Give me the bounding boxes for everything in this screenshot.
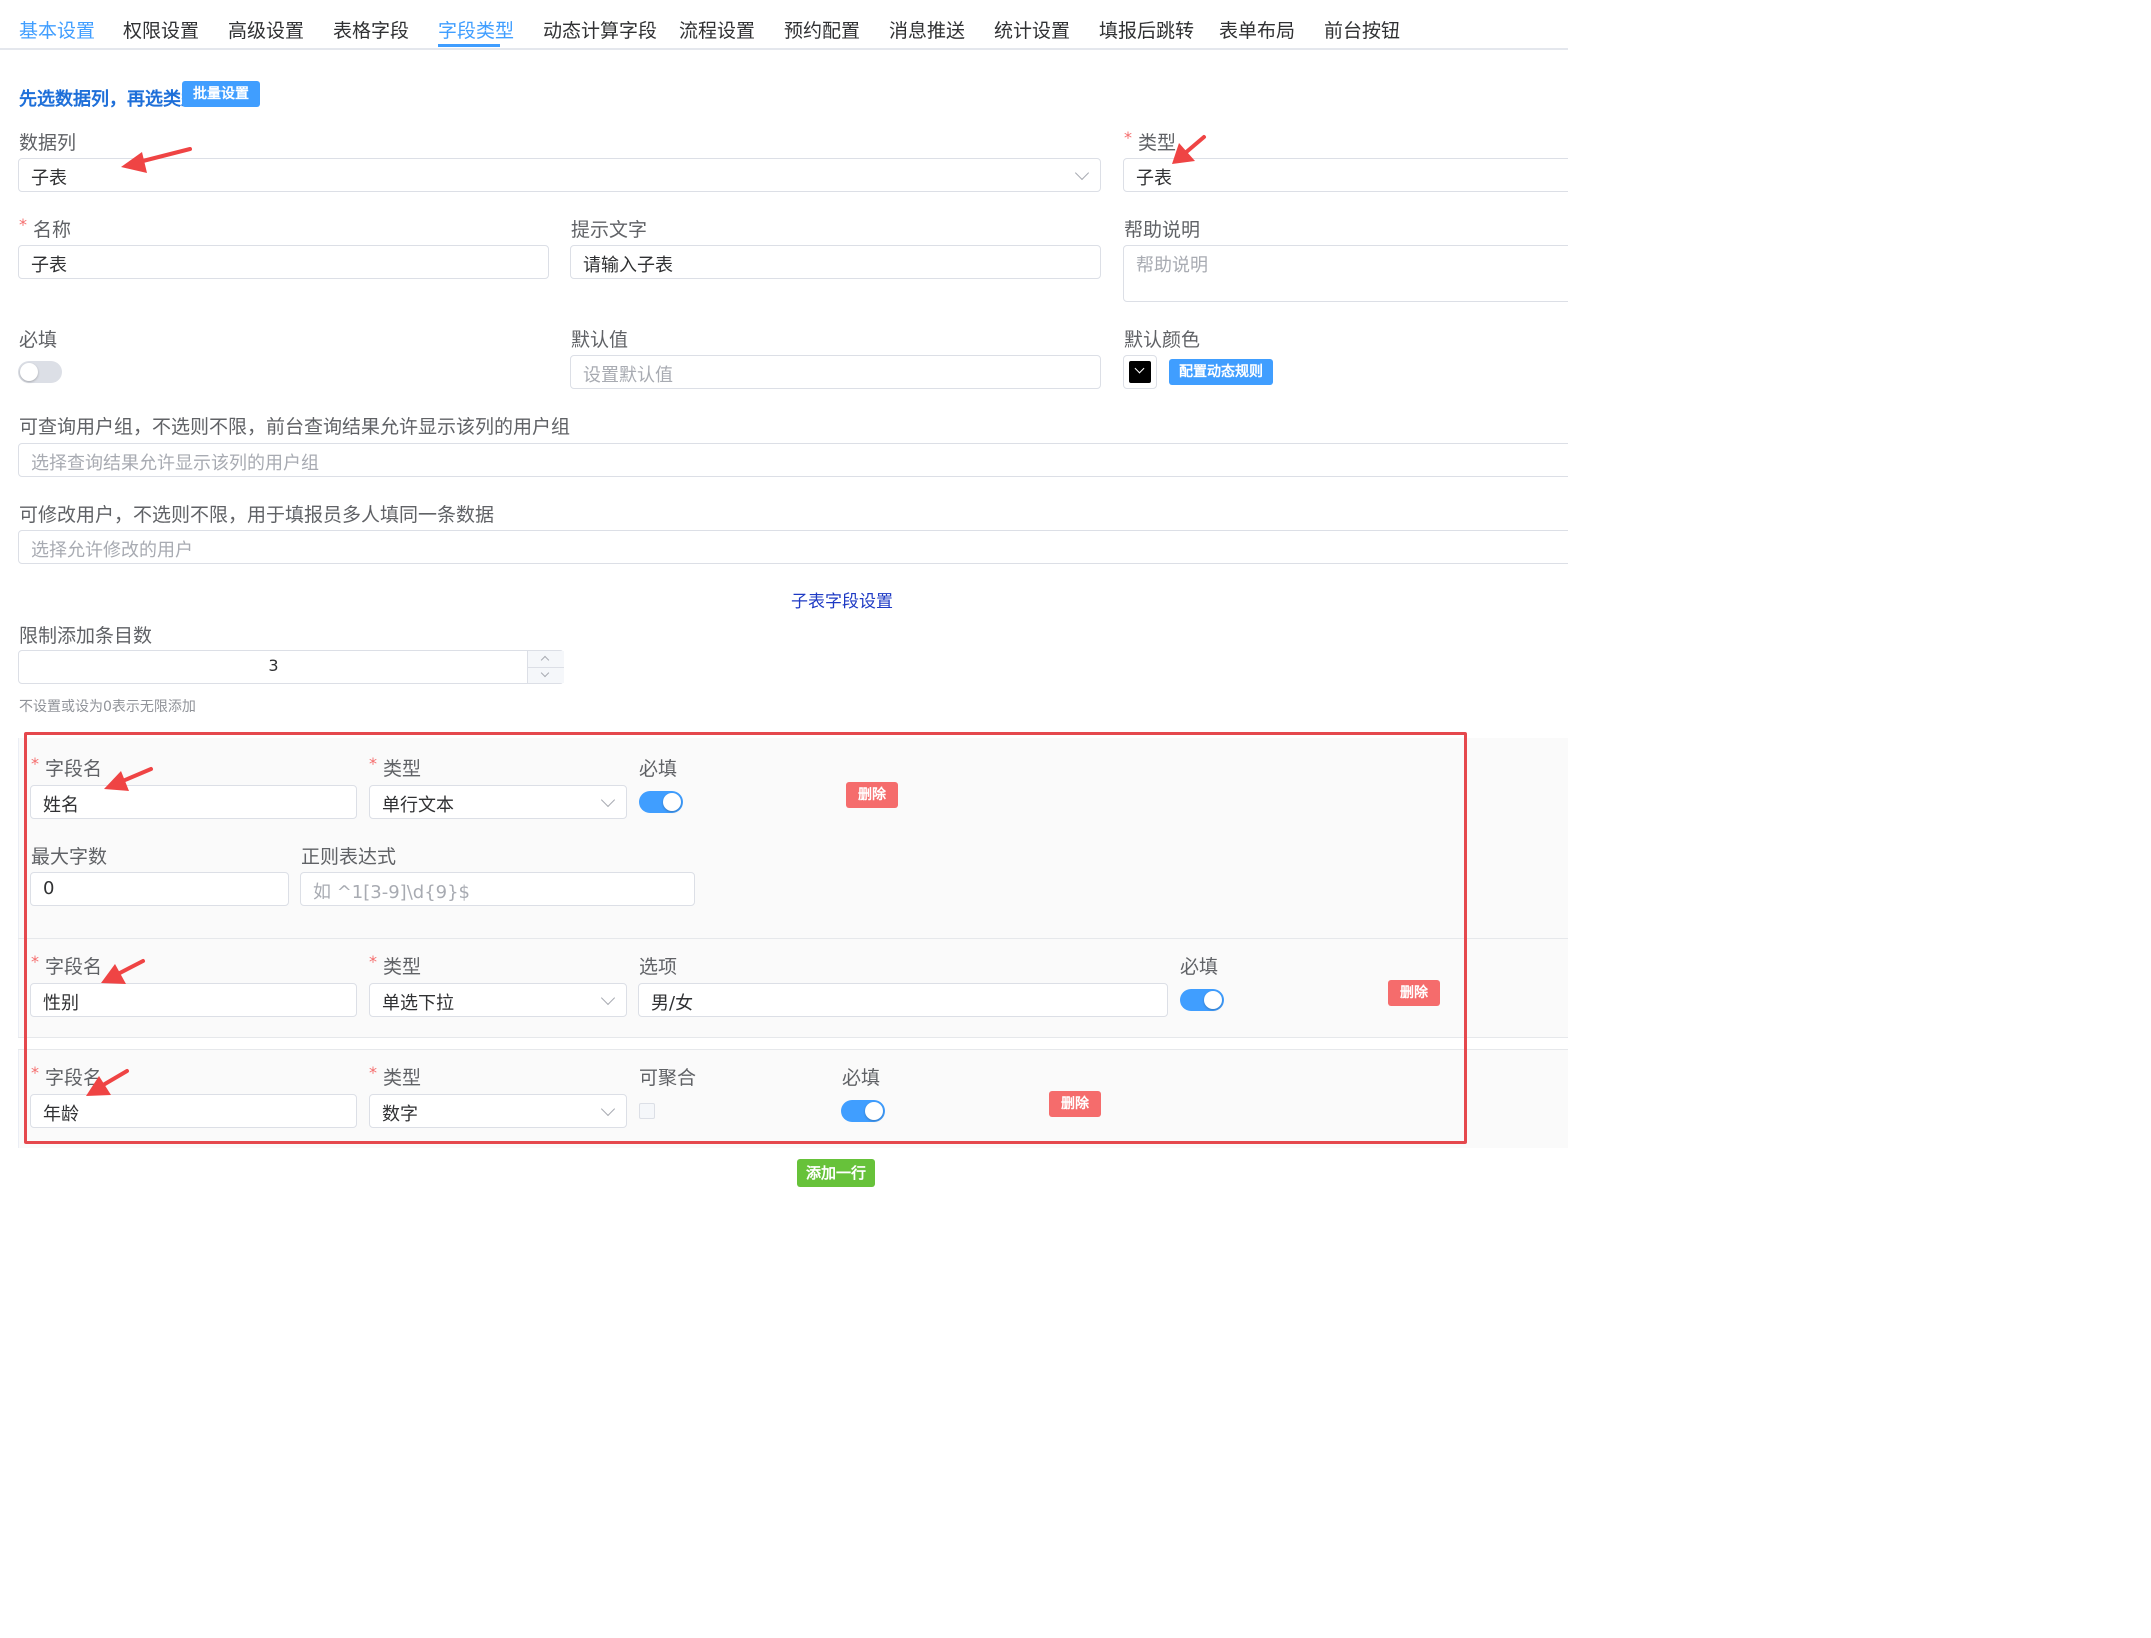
tab-field-types[interactable]: 字段类型 xyxy=(438,16,514,43)
query-groups-label: 可查询用户组，不选则不限，前台查询结果允许显示该列的用户组 xyxy=(19,416,571,438)
edit-users-label: 可修改用户，不选则不限，用于填报员多人填同一条数据 xyxy=(19,504,495,526)
settings-tabs: 基本设置 权限设置 高级设置 表格字段 字段类型 动态计算字段 流程设置 预约配… xyxy=(0,0,1568,50)
prompt-input[interactable]: 请输入子表 xyxy=(570,245,1101,279)
tab-advanced[interactable]: 高级设置 xyxy=(228,16,304,43)
prompt-label: 提示文字 xyxy=(571,219,648,241)
required-label: 必填 xyxy=(19,329,58,351)
tab-redirect[interactable]: 填报后跳转 xyxy=(1099,16,1194,43)
tab-front-buttons[interactable]: 前台按钮 xyxy=(1324,16,1400,43)
name-value: 子表 xyxy=(31,255,67,276)
tab-dynamic-fields[interactable]: 动态计算字段 xyxy=(543,16,657,43)
default-value-input[interactable]: 设置默认值 xyxy=(570,355,1101,389)
limit-value: 3 xyxy=(268,656,279,675)
tab-booking[interactable]: 预约配置 xyxy=(784,16,860,43)
data-column-label: 数据列 xyxy=(19,132,77,154)
tab-basic[interactable]: 基本设置 xyxy=(19,16,95,43)
batch-set-button[interactable]: 批量设置 xyxy=(182,81,260,107)
chevron-down-icon xyxy=(540,668,550,678)
stepper-down-button[interactable] xyxy=(528,667,564,683)
chevron-down-icon xyxy=(1134,363,1145,374)
config-dynamic-rule-button[interactable]: 配置动态规则 xyxy=(1169,359,1273,385)
limit-hint: 不设置或设为0表示无限添加 xyxy=(19,699,196,715)
subtable-section-title: 子表字段设置 xyxy=(791,592,893,612)
switch-knob xyxy=(20,363,38,381)
name-input[interactable]: 子表 xyxy=(18,245,549,279)
help-label: 帮助说明 xyxy=(1124,219,1201,241)
add-row-button[interactable]: 添加一行 xyxy=(797,1159,875,1187)
name-label: * 名称 xyxy=(19,215,72,241)
query-groups-placeholder: 选择查询结果允许显示该列的用户组 xyxy=(31,453,319,474)
type-value: 子表 xyxy=(1136,168,1172,189)
annotation-highlight-box xyxy=(24,732,1467,1144)
prompt-value: 请输入子表 xyxy=(583,255,673,276)
color-picker[interactable] xyxy=(1123,355,1157,389)
form-settings-page: 基本设置 权限设置 高级设置 表格字段 字段类型 动态计算字段 流程设置 预约配… xyxy=(0,0,1568,1195)
batch-hint: 先选数据列，再选类型 xyxy=(19,89,199,110)
data-column-value: 子表 xyxy=(31,168,67,189)
tab-push[interactable]: 消息推送 xyxy=(889,16,965,43)
limit-number-input[interactable]: 3 xyxy=(18,650,564,684)
limit-label: 限制添加条目数 xyxy=(19,625,153,647)
chevron-down-icon xyxy=(1074,165,1090,181)
tab-table-fields[interactable]: 表格字段 xyxy=(333,16,409,43)
chevron-up-icon xyxy=(540,655,550,665)
edit-users-placeholder: 选择允许修改的用户 xyxy=(31,540,193,561)
help-placeholder: 帮助说明 xyxy=(1136,255,1208,276)
default-value-placeholder: 设置默认值 xyxy=(583,365,673,386)
tab-permission[interactable]: 权限设置 xyxy=(123,16,199,43)
tab-statistics[interactable]: 统计设置 xyxy=(994,16,1070,43)
data-column-select[interactable]: 子表 xyxy=(18,158,1101,192)
help-textarea[interactable]: 帮助说明 xyxy=(1123,245,1568,302)
edit-users-select[interactable]: 选择允许修改的用户 xyxy=(18,530,1568,564)
default-value-label: 默认值 xyxy=(571,329,629,351)
type-label: * 类型 xyxy=(1124,128,1177,154)
query-groups-select[interactable]: 选择查询结果允许显示该列的用户组 xyxy=(18,443,1568,477)
active-tab-indicator xyxy=(438,44,500,47)
stepper-up-button[interactable] xyxy=(528,651,564,668)
type-select[interactable]: 子表 xyxy=(1123,158,1568,192)
tab-layout[interactable]: 表单布局 xyxy=(1219,16,1295,43)
stepper-buttons xyxy=(527,651,564,683)
default-color-label: 默认颜色 xyxy=(1124,329,1201,351)
color-swatch xyxy=(1129,361,1151,383)
required-switch[interactable] xyxy=(18,361,62,383)
tab-workflow[interactable]: 流程设置 xyxy=(679,16,755,43)
